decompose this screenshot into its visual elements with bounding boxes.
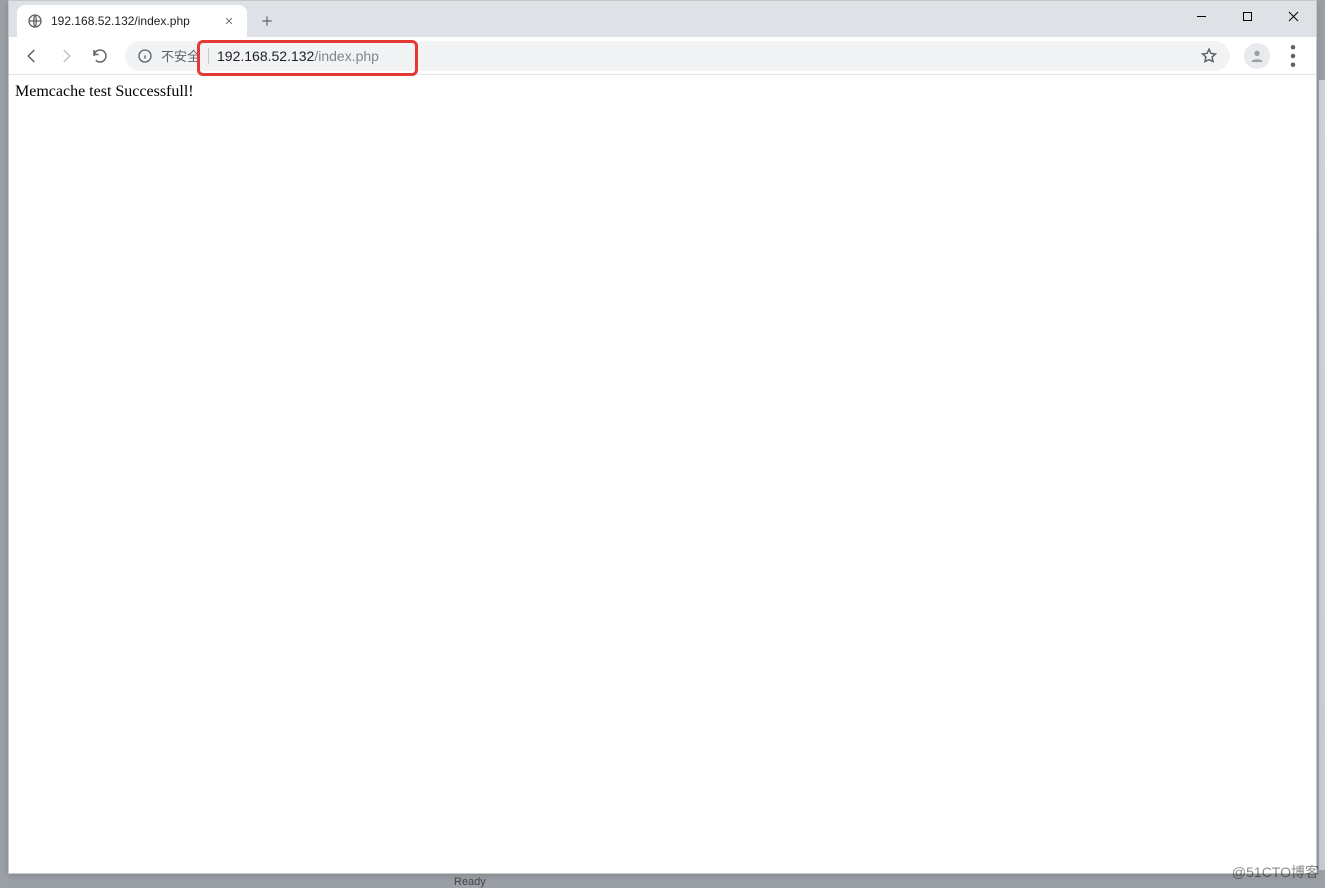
kebab-menu-icon[interactable] xyxy=(1278,41,1308,71)
window-controls xyxy=(1178,1,1316,31)
address-bar[interactable]: 不安全 192.168.52.132/index.php xyxy=(125,41,1230,71)
page-body-text: Memcache test Successfull! xyxy=(15,83,194,101)
url-host: 192.168.52.132 xyxy=(217,48,314,64)
browser-tab[interactable]: 192.168.52.132/index.php xyxy=(17,5,247,37)
site-info-icon[interactable] xyxy=(137,48,153,64)
browser-window: 192.168.52.132/index.php xyxy=(8,0,1317,874)
new-tab-button[interactable] xyxy=(253,7,281,35)
reload-button[interactable] xyxy=(85,41,115,71)
globe-icon xyxy=(27,13,43,29)
page-viewport[interactable]: Memcache test Successfull! xyxy=(9,75,1316,873)
forward-button[interactable] xyxy=(51,41,81,71)
minimize-button[interactable] xyxy=(1178,1,1224,31)
tab-strip: 192.168.52.132/index.php xyxy=(9,1,1316,37)
url-text[interactable]: 192.168.52.132/index.php xyxy=(217,48,1192,64)
window-close-button[interactable] xyxy=(1270,1,1316,31)
security-status: 不安全 xyxy=(161,46,200,65)
omnibox-separator xyxy=(208,48,209,64)
bookmark-star-icon[interactable] xyxy=(1200,47,1218,65)
toolbar: 不安全 192.168.52.132/index.php xyxy=(9,37,1316,75)
watermark-text: @51CTO博客 xyxy=(1232,862,1319,882)
profile-avatar[interactable] xyxy=(1244,43,1270,69)
back-button[interactable] xyxy=(17,41,47,71)
statusbar-peek: Ready xyxy=(454,876,486,888)
tab-title: 192.168.52.132/index.php xyxy=(51,14,213,28)
close-tab-icon[interactable] xyxy=(221,13,237,29)
background-window-edge xyxy=(1319,80,1325,870)
url-path: /index.php xyxy=(314,48,379,64)
maximize-button[interactable] xyxy=(1224,1,1270,31)
